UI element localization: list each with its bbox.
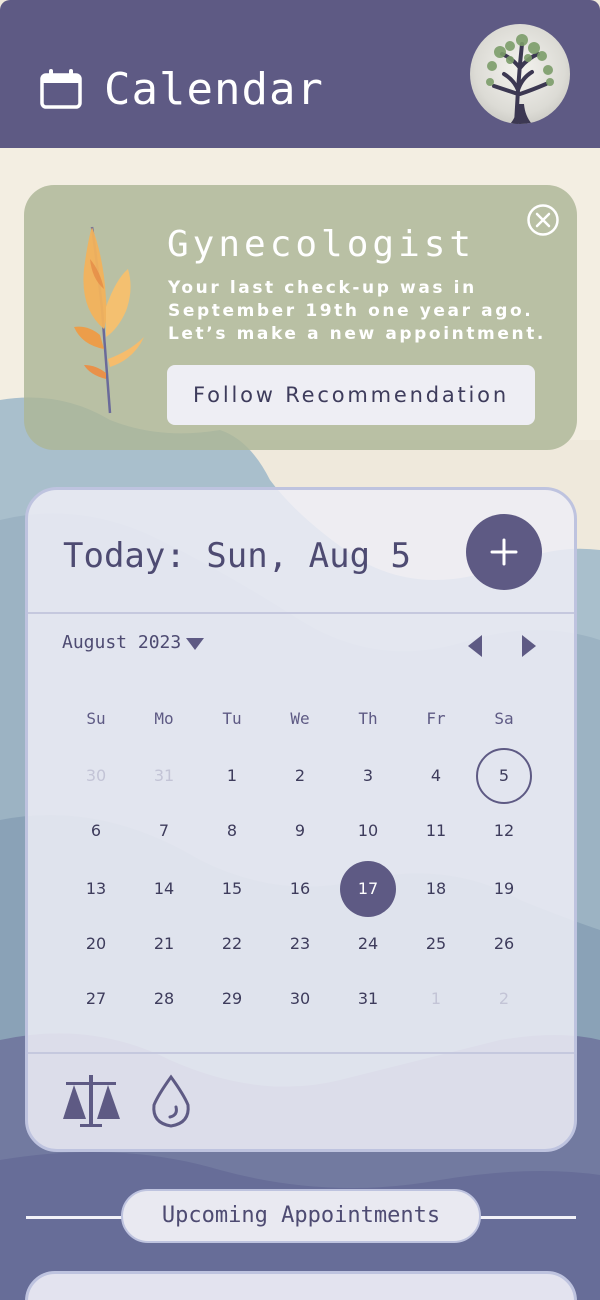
caret-right-icon[interactable] (518, 634, 538, 658)
calendar-day[interactable]: 30 (68, 748, 124, 804)
calendar-day[interactable]: 21 (136, 916, 192, 972)
calendar-day[interactable]: 27 (68, 971, 124, 1027)
recommendation-title: Gynecologist (167, 224, 476, 265)
weekday-label: Su (86, 709, 106, 728)
calendar-day[interactable]: 8 (204, 803, 260, 859)
tree-icon (486, 34, 554, 124)
calendar-day[interactable]: 31 (340, 971, 396, 1027)
weekday-label: Tu (222, 709, 242, 728)
upcoming-appointments-tab[interactable]: Upcoming Appointments (121, 1189, 481, 1243)
add-event-button[interactable] (466, 514, 542, 590)
caret-left-icon[interactable] (466, 634, 486, 658)
calendar-day[interactable]: 14 (136, 861, 192, 917)
weekday-label: Fr (426, 709, 446, 728)
recommendation-line: Let’s make a new appointment. (168, 324, 546, 344)
calendar-day[interactable]: 7 (136, 803, 192, 859)
calendar-day[interactable]: 1 (408, 971, 464, 1027)
recommendation-card: Gynecologist Your last check-up was in S… (24, 185, 577, 450)
close-icon[interactable] (526, 203, 560, 237)
calendar-day[interactable]: 24 (340, 916, 396, 972)
calendar-day[interactable]: 16 (272, 861, 328, 917)
app-header: Calendar (0, 0, 600, 148)
recommendation-line: Your last check-up was in (168, 278, 477, 298)
calendar-day[interactable]: 31 (136, 748, 192, 804)
scale-icon[interactable] (60, 1073, 122, 1129)
leaf-icon (74, 226, 144, 414)
avatar[interactable] (470, 24, 570, 124)
calendar-day[interactable]: 10 (340, 803, 396, 859)
recommendation-line: September 19th one year ago. (168, 301, 534, 321)
weekday-label: Mo (154, 709, 174, 728)
calendar-day[interactable]: 22 (204, 916, 260, 972)
calendar-day[interactable]: 30 (272, 971, 328, 1027)
calendar-day[interactable]: 15 (204, 861, 260, 917)
recommendation-text: Your last check-up was in September 19th… (168, 277, 568, 346)
today-label: Today: Sun, Aug 5 (63, 536, 411, 576)
caret-down-icon[interactable] (185, 637, 205, 651)
divider (28, 1052, 574, 1054)
weekday-label: Th (358, 709, 378, 728)
calendar-day[interactable]: 11 (408, 803, 464, 859)
calendar-icon (40, 69, 82, 109)
appointments-card (25, 1271, 577, 1300)
divider (476, 1216, 576, 1219)
calendar-day[interactable]: 25 (408, 916, 464, 972)
calendar-day[interactable]: 13 (68, 861, 124, 917)
calendar-day[interactable]: 23 (272, 916, 328, 972)
calendar-day[interactable]: 4 (408, 748, 464, 804)
weekday-label: We (290, 709, 310, 728)
divider (26, 1216, 126, 1219)
page-title: Calendar (104, 64, 324, 115)
calendar-day[interactable]: 1 (204, 748, 260, 804)
calendar-day[interactable]: 12 (476, 803, 532, 859)
calendar-day[interactable]: 2 (272, 748, 328, 804)
month-label[interactable]: August 2023 (62, 631, 181, 655)
calendar-day[interactable]: 20 (68, 916, 124, 972)
calendar-day[interactable]: 26 (476, 916, 532, 972)
divider (28, 612, 574, 614)
calendar-day[interactable]: 3 (340, 748, 396, 804)
calendar-day[interactable]: 28 (136, 971, 192, 1027)
calendar-day[interactable]: 19 (476, 861, 532, 917)
follow-recommendation-button[interactable]: Follow Recommendation (167, 365, 535, 425)
calendar-day[interactable]: 18 (408, 861, 464, 917)
calendar-day[interactable]: 2 (476, 971, 532, 1027)
calendar-day[interactable]: 17 (340, 861, 396, 917)
calendar-day[interactable]: 5 (476, 748, 532, 804)
drop-icon[interactable] (150, 1073, 192, 1129)
calendar-card: Today: Sun, Aug 5 August 2023 Su Mo Tu We Th… (25, 487, 577, 1152)
calendar-day[interactable]: 6 (68, 803, 124, 859)
plus-icon (490, 538, 518, 566)
weekday-label: Sa (494, 709, 514, 728)
calendar-day[interactable]: 9 (272, 803, 328, 859)
calendar-day[interactable]: 29 (204, 971, 260, 1027)
